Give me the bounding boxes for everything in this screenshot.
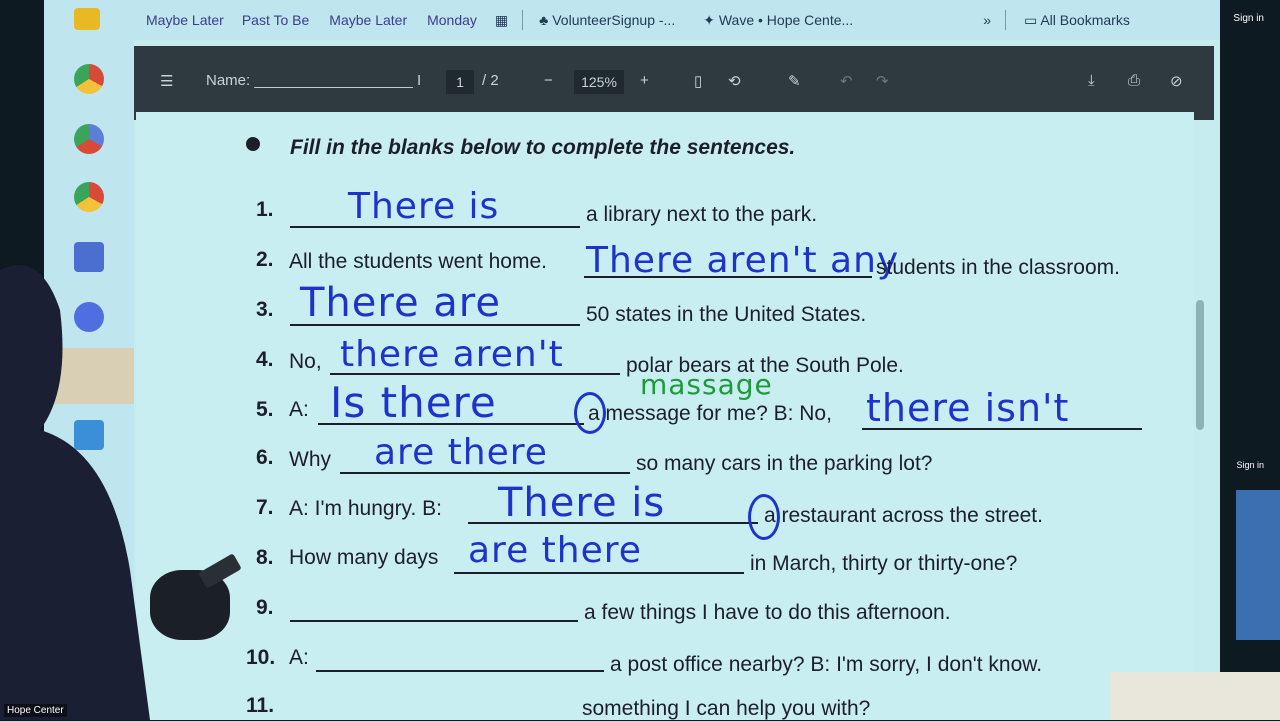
page-total: / 2 (482, 72, 499, 89)
bookmark-item[interactable]: Maybe Later (329, 12, 407, 28)
bookmark-tab[interactable]: ✦ Wave • Hope Cente... (703, 12, 853, 29)
undo-icon[interactable]: ↶ (840, 72, 853, 90)
side-monitor (1236, 490, 1280, 640)
bookmark-item[interactable]: Past To Be (242, 12, 309, 28)
sentence-text: 50 states in the United States. (586, 303, 867, 326)
bookmark-tab[interactable]: ♣ VolunteerSignup -... (539, 12, 675, 28)
handwritten-answer: there isn't (866, 386, 1070, 430)
sentence-text: something I can help you with? (582, 697, 871, 720)
sentence-number: 9. (256, 596, 274, 619)
edit-icon[interactable]: ⊘ (1170, 72, 1183, 90)
sentence-number: 1. (256, 198, 274, 221)
draw-icon[interactable]: ✎ (788, 72, 801, 90)
answer-blank (290, 620, 578, 622)
all-bookmarks-button[interactable]: ▭ All Bookmarks (1024, 12, 1130, 29)
sentence-number: 7. (256, 496, 274, 519)
sentence-text: a message for me? B: No, (588, 402, 832, 425)
desk-paper (1110, 672, 1280, 720)
divider (1004, 10, 1006, 30)
handwritten-note: massage (640, 368, 773, 401)
name-field-label: Name: ___________________ I (206, 72, 422, 89)
bookmarks-bar: Maybe Later Past To Be Maybe Later Monda… (134, 0, 1220, 40)
chrome-profile-icon[interactable] (74, 124, 104, 154)
sentence-text: a restaurant across the street. (764, 504, 1043, 527)
bookmark-item[interactable]: Maybe Later (146, 12, 224, 28)
pdf-toolbar: ☰ Name: ___________________ I 1 / 2 − 12… (134, 46, 1214, 120)
rotate-icon[interactable]: ⟲ (728, 72, 741, 90)
sentence-text: A: (289, 646, 309, 669)
fit-page-icon[interactable]: ▯ (694, 72, 702, 90)
sentence-text: a few things I have to do this afternoon… (584, 601, 951, 624)
sentence-text: How many days (289, 546, 439, 569)
sentence-text: No, (289, 350, 322, 373)
handwritten-answer: are there (468, 530, 642, 571)
handwritten-answer: There is (498, 480, 666, 526)
download-icon[interactable]: ⤓ (1088, 72, 1095, 89)
sign-in-label[interactable]: Sign in (1233, 13, 1264, 24)
zoom-out-button[interactable]: − (544, 72, 553, 89)
camera-label: Hope Center (4, 704, 67, 717)
sentence-text: a library next to the park. (586, 203, 818, 226)
bookmark-tab-label: Wave • Hope Cente... (718, 11, 854, 28)
answer-blank (316, 670, 604, 672)
apps-grid-icon[interactable]: ▦ (495, 12, 508, 29)
handwritten-answer: There aren't any (586, 240, 900, 281)
chrome-icon[interactable] (74, 64, 104, 94)
sentence-text: All the students went home. (289, 250, 547, 273)
handwritten-answer: There are (300, 280, 501, 326)
all-bookmarks-label: All Bookmarks (1040, 11, 1130, 28)
sentence-text: so many cars in the parking lot? (636, 452, 933, 475)
sentence-number: 4. (256, 348, 274, 371)
handwritten-answer: Is there (330, 378, 497, 427)
sentence-text: a post office nearby? B: I'm sorry, I do… (610, 653, 1043, 676)
sentence-text: in March, thirty or thirty-one? (750, 552, 1018, 575)
scrollbar[interactable] (1196, 300, 1204, 430)
handwritten-answer: There is (348, 186, 500, 227)
folder-icon[interactable] (74, 8, 100, 30)
page-number-input[interactable]: 1 (446, 70, 474, 94)
person-silhouette (0, 265, 150, 720)
handwritten-answer: are there (374, 432, 548, 473)
menu-icon[interactable]: ☰ (160, 72, 173, 90)
sentence-number: 11. (246, 694, 275, 717)
sign-in-label[interactable]: Sign in (1236, 460, 1264, 470)
more-bookmarks-button[interactable]: » (983, 12, 991, 28)
bullet-icon (246, 137, 260, 151)
sentence-number: 3. (256, 298, 274, 321)
sentence-number: 5. (256, 398, 274, 421)
bookmark-item[interactable]: Monday (427, 12, 477, 28)
sentence-number: 10. (246, 646, 276, 669)
answer-blank (454, 572, 744, 574)
print-icon[interactable]: ⎙ (1128, 72, 1140, 89)
sentence-text: Why (289, 448, 331, 471)
sentence-number: 2. (256, 248, 274, 271)
sentence-number: 8. (256, 546, 274, 569)
sentence-number: 6. (256, 446, 274, 469)
sentence-text: A: (289, 398, 309, 421)
sentence-text: students in the classroom. (876, 256, 1120, 279)
chrome-icon[interactable] (74, 182, 104, 212)
zoom-level[interactable]: 125% (574, 70, 624, 94)
bookmark-tab-label: VolunteerSignup -... (552, 12, 676, 28)
instructions: Fill in the blanks below to complete the… (290, 136, 796, 159)
zoom-in-button[interactable]: + (640, 72, 649, 89)
sentence-text: A: I'm hungry. B: (289, 497, 443, 520)
divider (522, 10, 524, 30)
handwritten-answer: there aren't (340, 334, 564, 375)
redo-icon[interactable]: ↷ (876, 72, 889, 90)
